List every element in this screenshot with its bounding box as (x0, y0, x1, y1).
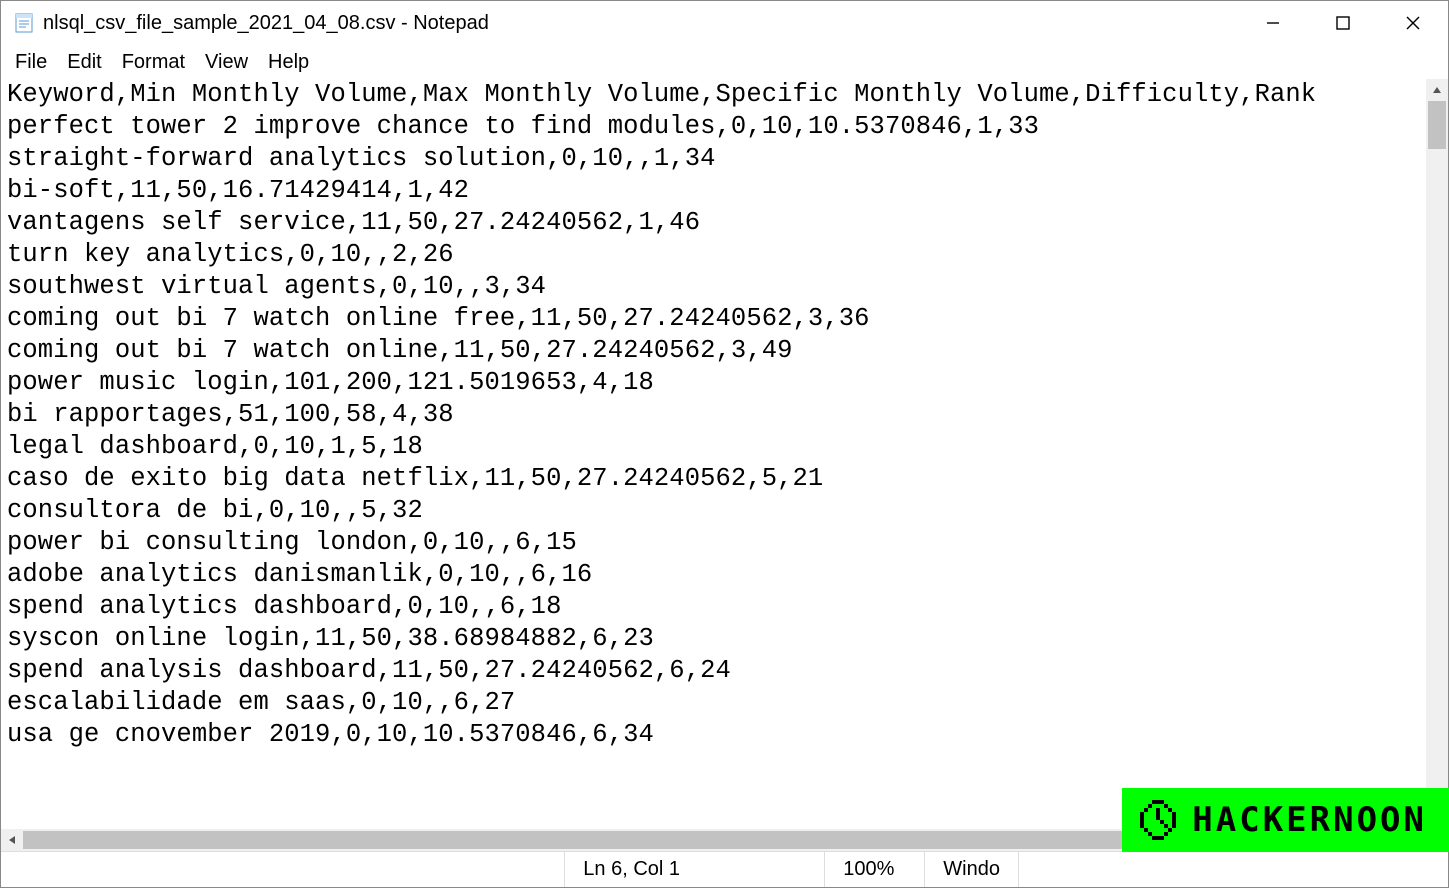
status-encoding (1018, 852, 1448, 887)
statusbar: Ln 6, Col 1 100% Windo (1, 851, 1448, 887)
status-zoom: 100% (824, 852, 924, 887)
vertical-scrollbar[interactable] (1426, 79, 1448, 829)
menu-edit[interactable]: Edit (57, 47, 111, 78)
hackernoon-watermark: HACKERNOON (1122, 788, 1449, 852)
menu-help[interactable]: Help (258, 47, 319, 78)
window-title: nlsql_csv_file_sample_2021_04_08.csv - N… (43, 12, 1238, 35)
menubar: File Edit Format View Help (1, 45, 1448, 79)
notepad-app-icon (13, 12, 35, 34)
menu-format[interactable]: Format (112, 47, 195, 78)
hackernoon-clock-icon (1136, 798, 1180, 842)
menu-file[interactable]: File (5, 47, 57, 78)
watermark-text: HACKERNOON (1192, 800, 1427, 840)
close-button[interactable] (1378, 1, 1448, 45)
titlebar: nlsql_csv_file_sample_2021_04_08.csv - N… (1, 1, 1448, 45)
vscroll-thumb[interactable] (1428, 101, 1446, 149)
scroll-up-icon[interactable] (1426, 79, 1448, 101)
status-cursor-position: Ln 6, Col 1 (564, 852, 824, 887)
text-editor[interactable]: Keyword,Min Monthly Volume,Max Monthly V… (1, 79, 1426, 829)
scroll-left-icon[interactable] (1, 829, 23, 851)
window-controls (1238, 1, 1448, 45)
notepad-window: nlsql_csv_file_sample_2021_04_08.csv - N… (0, 0, 1449, 888)
vscroll-track[interactable] (1426, 101, 1448, 807)
editor-wrap: Keyword,Min Monthly Volume,Max Monthly V… (1, 79, 1448, 829)
minimize-button[interactable] (1238, 1, 1308, 45)
maximize-button[interactable] (1308, 1, 1378, 45)
menu-view[interactable]: View (195, 47, 258, 78)
status-line-ending: Windo (924, 852, 1018, 887)
